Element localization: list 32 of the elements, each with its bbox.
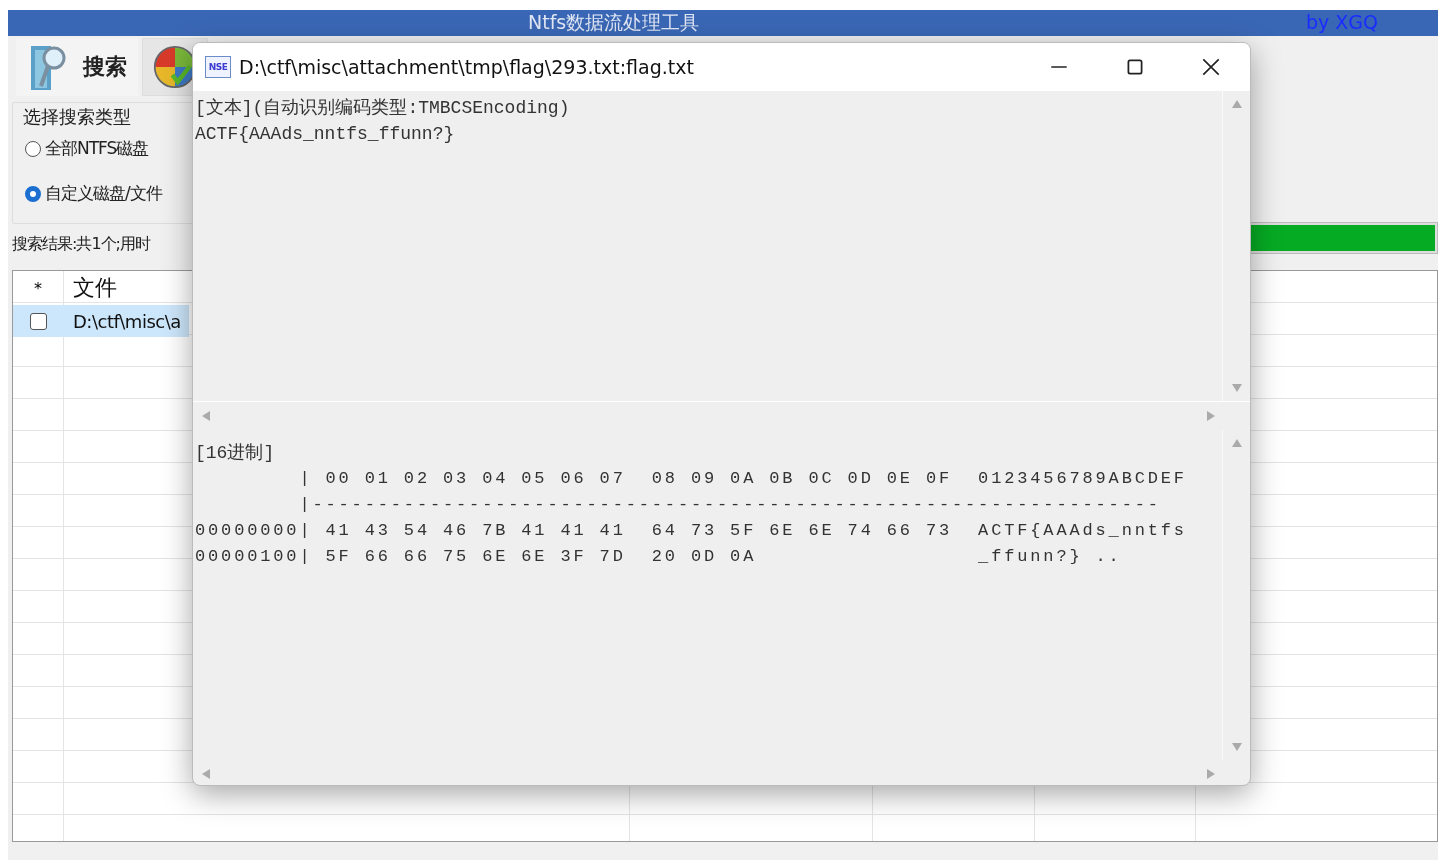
scroll-down-icon[interactable] (1230, 383, 1243, 393)
scroll-up-icon[interactable] (1230, 99, 1243, 109)
scroll-left-icon[interactable] (201, 768, 211, 780)
radio-icon[interactable] (25, 185, 41, 202)
column-header: 文件 (72, 274, 116, 302)
file-path: D:\ctf\misc\a (72, 310, 181, 332)
scroll-right-icon[interactable] (1206, 768, 1216, 780)
hex-line: 00000000| 41 43 54 46 7B 41 41 41 64 73 5F 6E 6E 74 66 73 ACTF{AAAds_nntfs (195, 520, 1188, 542)
close-icon[interactable] (1200, 56, 1222, 78)
column-header: * (33, 278, 43, 298)
group-legend: 选择搜索类型 (23, 105, 131, 129)
window-title: Ntfs数据流处理工具 (528, 10, 700, 34)
dialog-title: D:\ctf\misc\attachment\tmp\flag\293.txt:flag.txt (239, 56, 695, 78)
table-row[interactable]: D:\ctf\misc\a (13, 305, 189, 337)
hex-line: 00000100| 5F 66 66 75 6E 6E 3F 7D 20 0D 0A _ffunn?} .. (195, 546, 1123, 568)
author-label: by XGQ (1305, 10, 1378, 34)
scroll-up-icon[interactable] (1230, 438, 1243, 448)
hex-line: |----------------------------------------------------------------- (298, 494, 1162, 516)
result-summary: 搜索结果:共1个;用时 (12, 234, 152, 255)
radio-icon[interactable] (25, 140, 41, 157)
hex-label: [16进制] (195, 442, 276, 465)
tab[interactable]: 搜索 (16, 38, 138, 96)
checkbox[interactable] (29, 312, 47, 330)
hex-line: | 00 01 02 03 04 05 06 07 08 09 0A 0B 0C 0D 0E 0F 0123456789ABCDEF (298, 468, 1188, 490)
radio-option[interactable]: 自定义磁盘/文件 (25, 182, 193, 205)
scroll-down-icon[interactable] (1230, 742, 1243, 752)
scroll-right-icon[interactable] (1206, 410, 1216, 422)
scroll-left-icon[interactable] (201, 410, 211, 422)
text-line: ACTF{AAAds_nntfs_ffunn?} (195, 123, 456, 146)
text-line: [文本](自动识别编码类型:TMBCSEncoding) (195, 97, 571, 120)
radio-option[interactable]: 全部NTFS磁盘 (25, 137, 193, 160)
app-icon: NSE (205, 56, 231, 78)
